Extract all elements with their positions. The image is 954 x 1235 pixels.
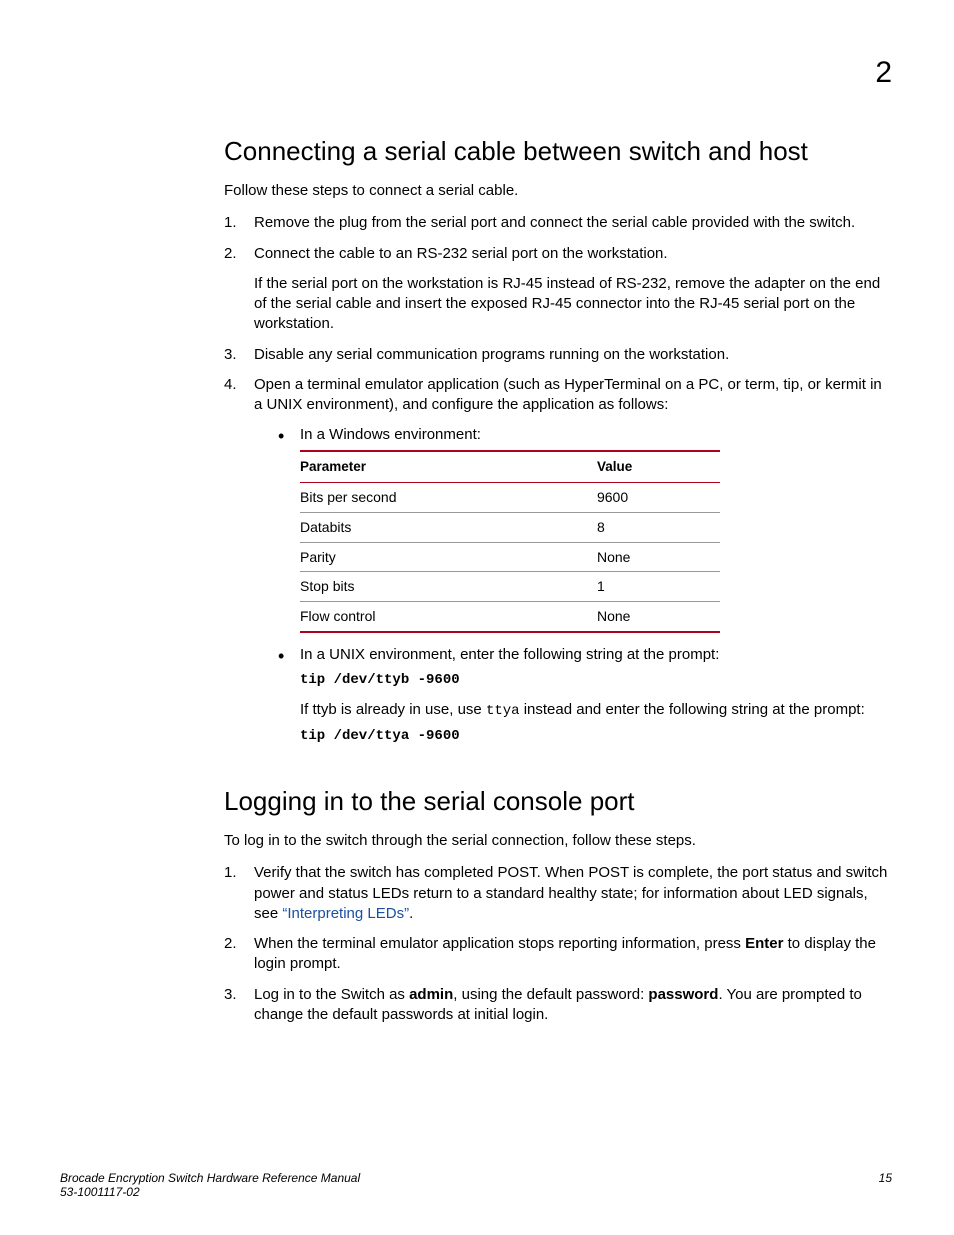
page-footer: 15 Brocade Encryption Switch Hardware Re… xyxy=(60,1171,892,1199)
command-ttya: tip /dev/ttya -9600 xyxy=(300,727,894,746)
steps-list-connecting: Remove the plug from the serial port and… xyxy=(224,213,894,746)
step-2: When the terminal emulator application s… xyxy=(224,934,894,975)
table-row: Parity None xyxy=(300,542,720,572)
intro-paragraph: To log in to the switch through the seri… xyxy=(224,831,894,851)
value-cell: None xyxy=(597,602,720,632)
value-cell: 8 xyxy=(597,512,720,542)
step-text: Remove the plug from the serial port and… xyxy=(254,214,855,231)
bullet-text: In a UNIX environment, enter the followi… xyxy=(300,646,719,663)
text-post: instead and enter the following string a… xyxy=(520,701,865,718)
value-cell: None xyxy=(597,542,720,572)
link-interpreting-leds[interactable]: “Interpreting LEDs” xyxy=(282,905,409,922)
step-text: Connect the cable to an RS-232 serial po… xyxy=(254,245,668,262)
login-admin: admin xyxy=(409,986,453,1003)
section-heading-logging-in: Logging in to the serial console port xyxy=(224,786,894,817)
step-text: Disable any serial communication program… xyxy=(254,346,729,363)
table-row: Bits per second 9600 xyxy=(300,482,720,512)
text-pre: If ttyb is already in use, use xyxy=(300,701,486,718)
unix-note: If ttyb is already in use, use ttya inst… xyxy=(300,700,894,721)
step-4: Open a terminal emulator application (su… xyxy=(224,375,894,746)
intro-paragraph: Follow these steps to connect a serial c… xyxy=(224,181,894,201)
section-heading-connecting: Connecting a serial cable between switch… xyxy=(224,136,894,167)
inline-mono-ttya: ttya xyxy=(486,703,520,719)
key-enter: Enter xyxy=(745,935,783,952)
step-2: Connect the cable to an RS-232 serial po… xyxy=(224,244,894,335)
text-pre: Log in to the Switch as xyxy=(254,986,409,1003)
step-3: Disable any serial communication program… xyxy=(224,345,894,365)
text-pre: When the terminal emulator application s… xyxy=(254,935,745,952)
step-1: Verify that the switch has completed POS… xyxy=(224,863,894,924)
env-bullets: In a Windows environment: Parameter Valu… xyxy=(278,425,894,746)
chapter-number: 2 xyxy=(875,56,892,90)
command-ttyb: tip /dev/ttyb -9600 xyxy=(300,671,894,690)
step-note: If the serial port on the workstation is… xyxy=(254,274,894,335)
table-row: Databits 8 xyxy=(300,512,720,542)
step-1: Remove the plug from the serial port and… xyxy=(224,213,894,233)
table-row: Stop bits 1 xyxy=(300,572,720,602)
param-cell: Stop bits xyxy=(300,572,597,602)
param-cell: Databits xyxy=(300,512,597,542)
page: 2 Connecting a serial cable between swit… xyxy=(0,0,954,1235)
step-3: Log in to the Switch as admin, using the… xyxy=(224,985,894,1026)
bullet-text: In a Windows environment: xyxy=(300,426,481,443)
text-post: . xyxy=(409,905,413,922)
value-cell: 1 xyxy=(597,572,720,602)
footer-title: Brocade Encryption Switch Hardware Refer… xyxy=(60,1171,892,1185)
bullet-windows: In a Windows environment: Parameter Valu… xyxy=(278,425,894,633)
page-number: 15 xyxy=(879,1171,892,1185)
steps-list-logging-in: Verify that the switch has completed POS… xyxy=(224,863,894,1025)
param-cell: Parity xyxy=(300,542,597,572)
table-header-value: Value xyxy=(597,451,720,483)
param-cell: Flow control xyxy=(300,602,597,632)
login-password: password xyxy=(648,986,718,1003)
text-mid: , using the default password: xyxy=(453,986,648,1003)
table-row: Flow control None xyxy=(300,602,720,632)
step-text: Open a terminal emulator application (su… xyxy=(254,376,882,413)
value-cell: 9600 xyxy=(597,482,720,512)
bullet-unix: In a UNIX environment, enter the followi… xyxy=(278,645,894,746)
table-header-parameter: Parameter xyxy=(300,451,597,483)
footer-docnum: 53-1001117-02 xyxy=(60,1185,892,1199)
param-cell: Bits per second xyxy=(300,482,597,512)
parameter-table: Parameter Value Bits per second 9600 Dat… xyxy=(300,450,720,634)
